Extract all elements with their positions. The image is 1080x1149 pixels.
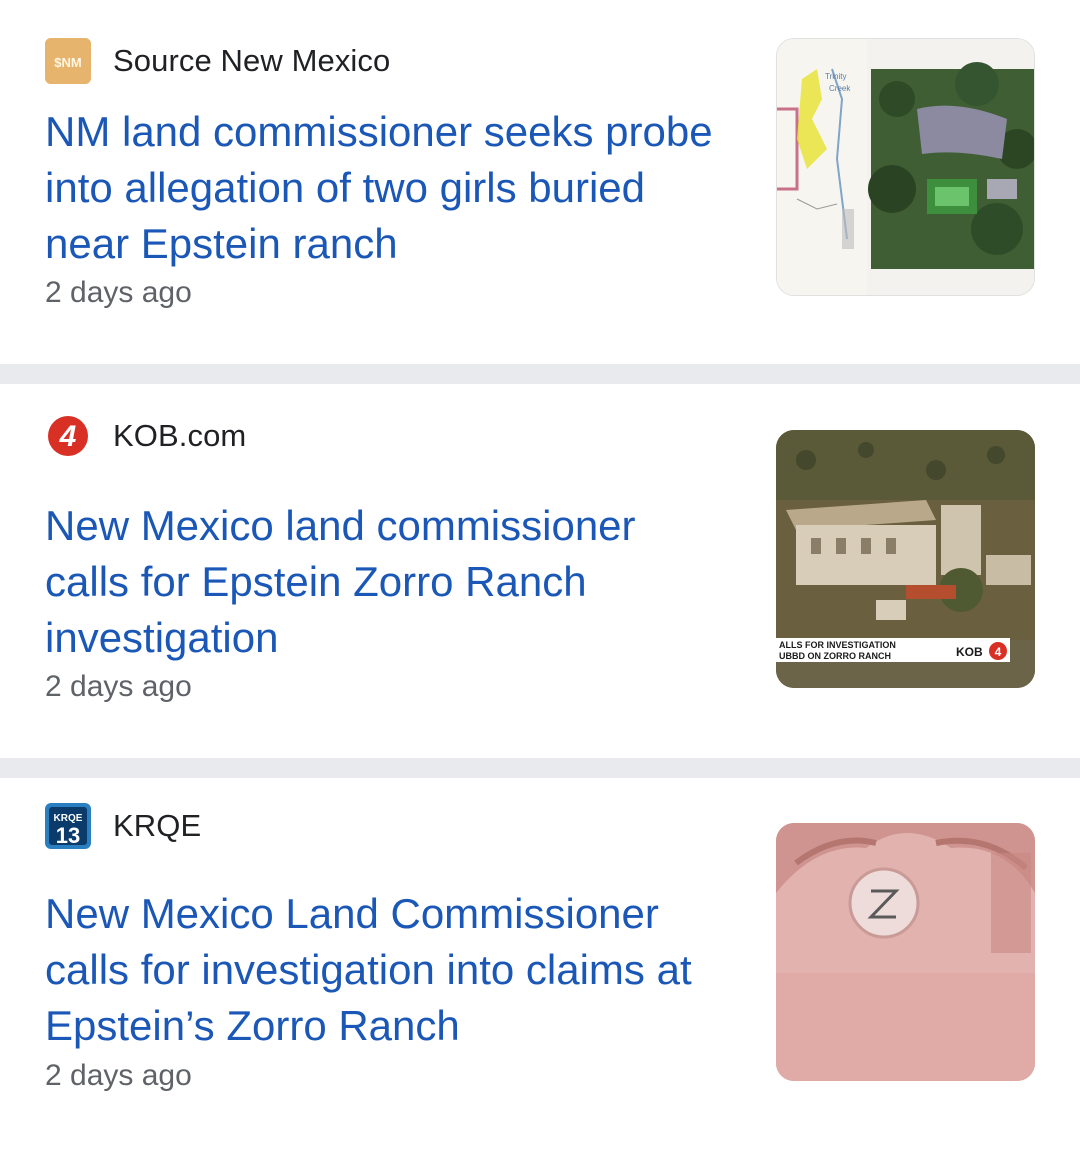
source-row: 4 KOB.com [45,413,246,459]
source-row: $NM Source New Mexico [45,38,390,84]
article-thumbnail[interactable] [776,823,1035,1081]
news-feed: $NM Source New Mexico NM land commission… [0,0,1080,1149]
article-time: 2 days ago [45,670,192,703]
card-divider [0,758,1080,778]
news-card[interactable]: $NM Source New Mexico NM land commission… [0,0,1080,364]
article-thumbnail[interactable]: Trinity Creek [776,38,1035,296]
article-headline[interactable]: New Mexico land commissioner calls for E… [45,498,725,666]
article-headline[interactable]: NM land commissioner seeks probe into al… [45,104,725,272]
svg-text:$NM: $NM [54,55,81,70]
news-card[interactable]: 4 KOB.com New Mexico land commissioner c… [0,384,1080,758]
svg-text:13: 13 [56,823,80,848]
source-row: KRQE 13 KRQE [45,803,201,849]
article-thumbnail[interactable]: ALLS FOR INVESTIGATION UBBD ON ZORRO RAN… [776,430,1035,688]
svg-text:Trinity: Trinity [825,72,846,81]
source-nm-logo-icon: $NM [45,38,91,84]
svg-text:Creek: Creek [829,84,851,93]
article-time: 2 days ago [45,1059,192,1092]
svg-text:4: 4 [59,420,77,453]
article-headline[interactable]: New Mexico Land Commissioner calls for i… [45,886,725,1054]
svg-text:UBBD ON ZORRO RANCH: UBBD ON ZORRO RANCH [779,651,891,661]
card-divider [0,364,1080,384]
article-time: 2 days ago [45,276,192,309]
news-card[interactable]: KRQE 13 KRQE New Mexico Land Commissione… [0,778,1080,1147]
source-name[interactable]: KRQE [113,808,201,844]
kob-4-logo-icon: 4 [45,413,91,459]
source-name[interactable]: KOB.com [113,418,246,454]
svg-text:4: 4 [995,645,1002,659]
source-name[interactable]: Source New Mexico [113,43,390,79]
svg-text:ALLS FOR INVESTIGATION: ALLS FOR INVESTIGATION [779,640,896,650]
svg-text:KOB: KOB [956,645,983,659]
krqe-13-logo-icon: KRQE 13 [45,803,91,849]
